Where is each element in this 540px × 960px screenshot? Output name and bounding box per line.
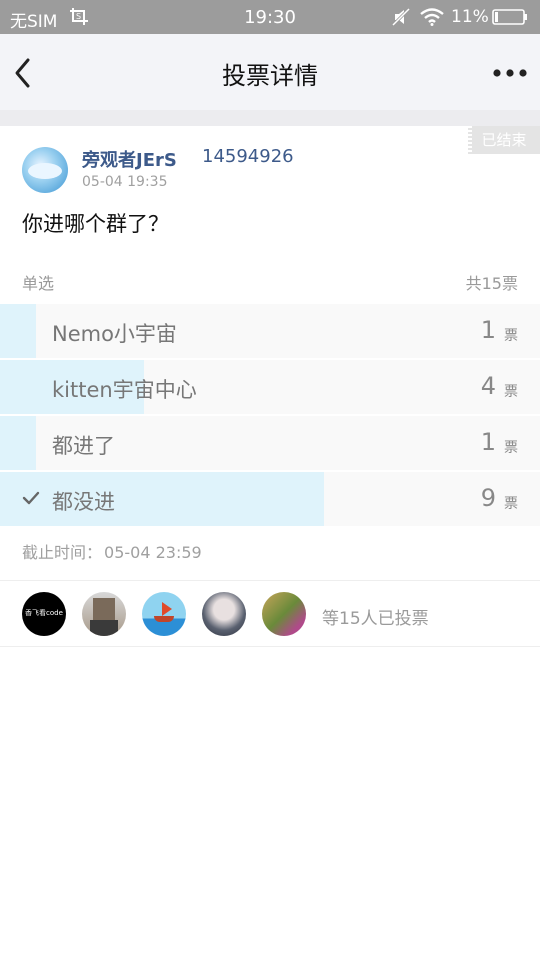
username[interactable]: 旁观者JErS <box>82 146 177 172</box>
page-title: 投票详情 <box>222 62 318 90</box>
vote-option-count: 9 <box>480 484 496 512</box>
voters-summary[interactable]: 等15人已投票 <box>322 604 429 629</box>
vote-option-bar <box>0 304 36 358</box>
voter-avatar[interactable] <box>142 592 186 636</box>
status-bar: 无SIM S 19:30 11% <box>0 0 540 34</box>
sail-shape <box>162 602 172 616</box>
vote-type: 单选 <box>22 274 55 293</box>
voter-avatar-text: 香飞看code <box>25 609 63 617</box>
voter-avatar[interactable] <box>82 592 126 636</box>
vote-unit: 票 <box>504 328 518 344</box>
more-icon[interactable] <box>492 68 528 78</box>
divider <box>0 646 540 647</box>
avatar-face <box>93 598 115 622</box>
voter-avatar[interactable]: 香飞看code <box>22 592 66 636</box>
vote-total: 共15票 <box>465 274 518 293</box>
avatar[interactable] <box>22 147 68 193</box>
vote-unit: 票 <box>504 384 518 400</box>
ended-badge: 已结束 <box>468 126 540 154</box>
deadline-time: 05-04 23:59 <box>104 543 202 562</box>
voter-avatar[interactable] <box>202 592 246 636</box>
nav-bar: 投票详情 <box>0 34 540 110</box>
vote-unit: 票 <box>504 440 518 456</box>
vote-option-count: 4 <box>480 372 496 400</box>
vote-deadline: 截止时间： 05-04 23:59 <box>22 539 202 563</box>
vote-option-count: 1 <box>480 428 496 456</box>
check-icon <box>22 491 40 505</box>
vote-option-selected[interactable]: 都没进 9 票 <box>0 472 540 526</box>
wifi-icon <box>420 8 444 26</box>
vote-option-label: kitten宇宙中心 <box>52 378 197 402</box>
battery-icon <box>492 9 527 25</box>
vote-option-label: Nemo小宇宙 <box>52 322 177 346</box>
voter-avatar[interactable] <box>262 592 306 636</box>
deadline-label: 截止时间： <box>22 543 103 562</box>
vote-option[interactable]: 都进了 1 票 <box>0 416 540 470</box>
vote-unit: 票 <box>504 496 518 512</box>
vote-option-label: 都进了 <box>52 434 115 458</box>
vote-options: Nemo小宇宙 1 票 kitten宇宙中心 4 票 都进了 1 票 都没进 9… <box>0 304 540 528</box>
user-id: 14594926 <box>202 146 294 167</box>
whale-image <box>28 163 62 179</box>
vote-option[interactable]: kitten宇宙中心 4 票 <box>0 360 540 414</box>
vote-option-label: 都没进 <box>52 490 115 514</box>
vote-option-bar <box>0 416 36 470</box>
battery-percent: 11% <box>451 7 489 27</box>
mute-icon <box>392 8 410 26</box>
vote-option-count: 1 <box>480 316 496 344</box>
boat-shape <box>154 616 174 622</box>
vote-option-bar <box>0 472 324 526</box>
section-gap <box>0 110 540 126</box>
vote-question: 你进哪个群了？ <box>22 212 169 236</box>
vote-option[interactable]: Nemo小宇宙 1 票 <box>0 304 540 358</box>
divider <box>0 580 540 581</box>
avatar-body <box>90 620 118 636</box>
post-time: 05-04 19:35 <box>82 174 168 190</box>
